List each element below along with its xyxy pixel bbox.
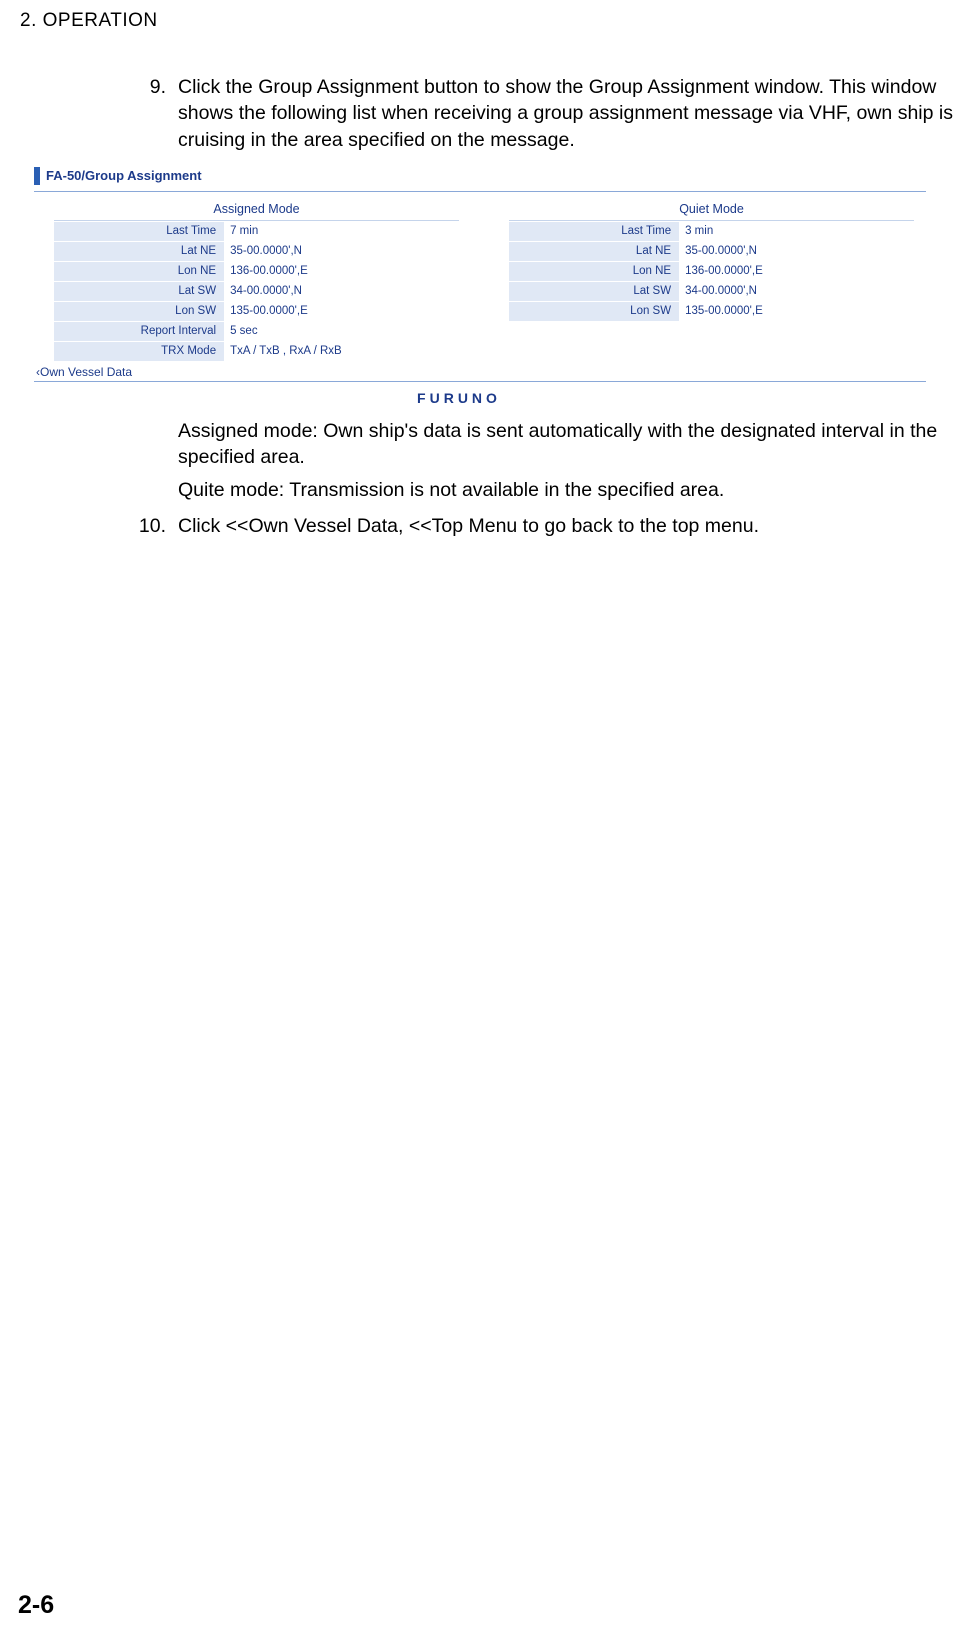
row-label: Lon NE [54,262,224,281]
row-value: 35-00.0000',N [224,242,459,261]
quiet-mode-header: Quiet Mode [509,198,914,221]
table-row: Lat SW 34-00.0000',N [54,281,459,301]
table-row: TRX Mode TxA / TxB , RxA / RxB [54,341,459,361]
table-row: Last Time 7 min [54,221,459,241]
body-area: 9. Click the Group Assignment button to … [0,74,967,539]
furuno-logo: FURUNO [0,390,944,406]
row-label: Lat SW [54,282,224,301]
assigned-mode-header: Assigned Mode [54,198,459,221]
table-row: Lon SW 135-00.0000',E [509,301,914,321]
row-value: TxA / TxB , RxA / RxB [224,342,459,361]
row-value: 136-00.0000',E [224,262,459,281]
bottom-divider [34,381,926,382]
row-value: 3 min [679,222,914,241]
row-label: Lat SW [509,282,679,301]
window-title-row: FA-50/Group Assignment [34,167,944,185]
title-divider [34,191,926,192]
row-value: 35-00.0000',N [679,242,914,261]
row-value: 5 sec [224,322,459,341]
table-row: Lon NE 136-00.0000',E [54,261,459,281]
table-row: Lat NE 35-00.0000',N [509,241,914,261]
row-value: 135-00.0000',E [679,302,914,321]
assigned-mode-description: Assigned mode: Own ship's data is sent a… [178,418,967,471]
page-number: 2-6 [18,1591,54,1620]
table-row: Last Time 3 min [509,221,914,241]
step-text: Click the Group Assignment button to sho… [178,74,967,153]
table-row: Report Interval 5 sec [54,321,459,341]
group-assignment-screenshot: FA-50/Group Assignment Assigned Mode Las… [34,167,944,406]
row-value: 136-00.0000',E [679,262,914,281]
step-9: 9. Click the Group Assignment button to … [132,74,967,153]
section-header: 2. OPERATION [0,10,967,32]
row-label: Last Time [54,222,224,241]
step-number: 9. [132,74,178,153]
step-text: Click <<Own Vessel Data, <<Top Menu to g… [178,513,967,539]
table-row: Lon SW 135-00.0000',E [54,301,459,321]
assigned-mode-column: Assigned Mode Last Time 7 min Lat NE 35-… [34,198,489,361]
table-row: Lon NE 136-00.0000',E [509,261,914,281]
row-value: 135-00.0000',E [224,302,459,321]
row-label: Last Time [509,222,679,241]
document-page: 2. OPERATION 9. Click the Group Assignme… [0,0,967,1640]
row-label: Report Interval [54,322,224,341]
row-label: Lon SW [54,302,224,321]
table-row: Lat SW 34-00.0000',N [509,281,914,301]
row-label: TRX Mode [54,342,224,361]
row-label: Lon SW [509,302,679,321]
step-number: 10. [132,513,178,539]
row-label: Lat NE [54,242,224,261]
row-value: 34-00.0000',N [679,282,914,301]
quiet-mode-description: Quite mode: Transmission is not availabl… [178,477,967,503]
title-accent-bar [34,167,40,185]
own-vessel-data-link[interactable]: ‹Own Vessel Data [36,365,944,379]
table-row: Lat NE 35-00.0000',N [54,241,459,261]
window-title: FA-50/Group Assignment [46,168,202,183]
row-value: 7 min [224,222,459,241]
tables-container: Assigned Mode Last Time 7 min Lat NE 35-… [34,198,944,361]
row-value: 34-00.0000',N [224,282,459,301]
quiet-mode-column: Quiet Mode Last Time 3 min Lat NE 35-00.… [489,198,944,361]
row-label: Lon NE [509,262,679,281]
step-10: 10. Click <<Own Vessel Data, <<Top Menu … [132,513,967,539]
row-label: Lat NE [509,242,679,261]
